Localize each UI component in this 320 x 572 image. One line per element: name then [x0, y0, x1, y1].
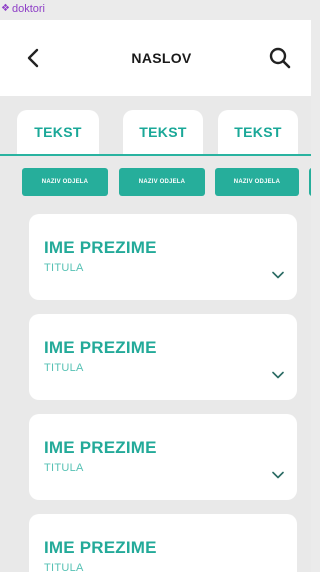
- doctor-title: TITULA: [44, 562, 84, 572]
- doctor-title: TITULA: [44, 462, 84, 474]
- doctor-card[interactable]: IME PREZIME TITULA: [29, 414, 297, 500]
- tab-underline: [0, 154, 311, 156]
- tab-bar: TEKST TEKST TEKST: [0, 96, 311, 156]
- doctor-name: IME PREZIME: [44, 538, 157, 557]
- chip-department-3[interactable]: NAZIV ODJELA: [215, 168, 299, 196]
- chip-department-2[interactable]: NAZIV ODJELA: [119, 168, 205, 196]
- tab-3[interactable]: TEKST: [218, 110, 298, 154]
- expand-button[interactable]: [271, 270, 285, 280]
- expand-button[interactable]: [271, 470, 285, 480]
- page-title: NASLOV: [131, 50, 192, 66]
- chevron-down-icon: [272, 471, 284, 479]
- doctor-name: IME PREZIME: [44, 338, 157, 357]
- tab-1[interactable]: TEKST: [17, 110, 99, 154]
- frame-label-text: doktori: [11, 3, 45, 15]
- doctor-card[interactable]: IME PREZIME TITULA: [29, 214, 297, 300]
- doctor-name: IME PREZIME: [44, 238, 157, 257]
- chip-label: NAZIV ODJELA: [138, 179, 186, 185]
- chevron-down-icon: [272, 371, 284, 379]
- frame-label: ❖ doktori: [0, 0, 45, 18]
- tab-2[interactable]: TEKST: [123, 110, 203, 154]
- doctor-title: TITULA: [44, 362, 84, 374]
- search-button[interactable]: [267, 45, 293, 71]
- header: NASLOV: [0, 20, 311, 96]
- tab-label: TEKST: [139, 124, 187, 140]
- chip-department-1[interactable]: NAZIV ODJELA: [22, 168, 108, 196]
- chip-department-4[interactable]: [309, 168, 311, 196]
- tab-label: TEKST: [34, 124, 82, 140]
- chip-label: NAZIV ODJELA: [233, 179, 281, 185]
- search-icon: [269, 47, 291, 69]
- chevron-down-icon: [272, 271, 284, 279]
- doctor-card[interactable]: IME PREZIME TITULA: [29, 314, 297, 400]
- tab-label: TEKST: [234, 124, 282, 140]
- back-button[interactable]: [22, 47, 44, 69]
- chevron-left-icon: [27, 48, 39, 68]
- expand-button[interactable]: [271, 370, 285, 380]
- component-icon: ❖: [1, 3, 10, 14]
- doctor-card[interactable]: IME PREZIME TITULA: [29, 514, 297, 572]
- doctor-name: IME PREZIME: [44, 438, 157, 457]
- app-screen: NASLOV TEKST TEKST TEKST NAZIV ODJELA NA…: [0, 20, 311, 572]
- doctor-title: TITULA: [44, 262, 84, 274]
- department-chips: NAZIV ODJELA NAZIV ODJELA NAZIV ODJELA: [0, 168, 311, 202]
- chip-label: NAZIV ODJELA: [41, 179, 89, 185]
